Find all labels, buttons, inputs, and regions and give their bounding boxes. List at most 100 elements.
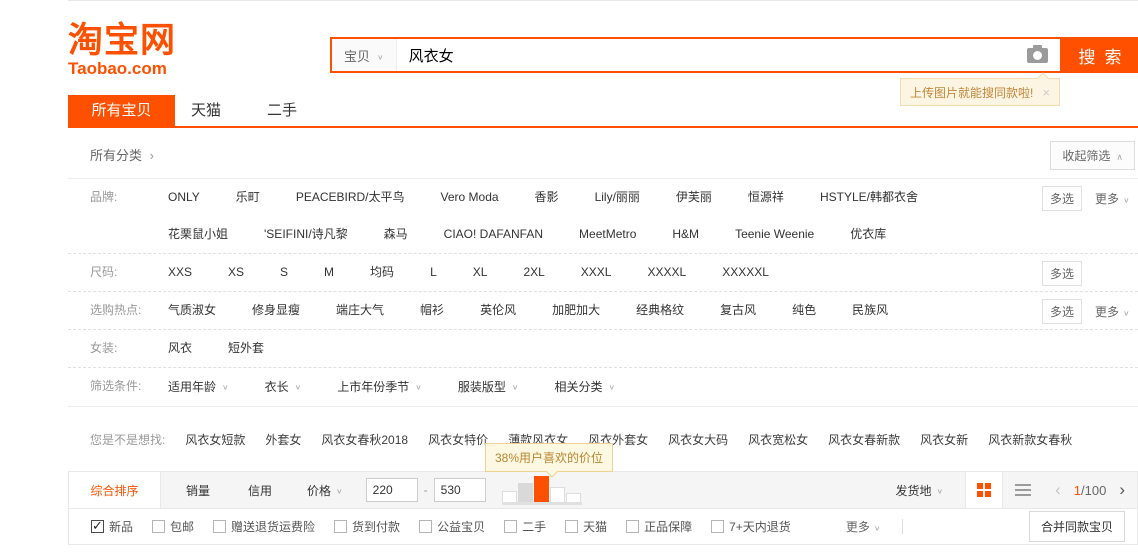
histogram-bar[interactable]: [518, 483, 533, 502]
brand-option[interactable]: MeetMetro: [579, 216, 636, 253]
filter-label-size: 尺码:: [68, 254, 168, 291]
brand-option[interactable]: 乐町: [236, 179, 260, 216]
sort-price-dropdown[interactable]: 价格: [307, 482, 343, 499]
merge-same-items-button[interactable]: 合并同款宝贝: [1029, 511, 1125, 542]
filter-row-size: 尺码: XXS XS SM 均码 L XL 2XL XXXL XXXXL XXXXXL 多选: [68, 254, 1138, 292]
brand-option[interactable]: Vero Moda: [441, 179, 499, 216]
brand-options: ONLY 乐町 PEACEBIRD/太平鸟 Vero Moda 香影 Lily/丽丽伊芙丽…: [168, 179, 918, 253]
price-histogram[interactable]: [502, 476, 582, 505]
filter-checkbox[interactable]: 包邮: [152, 518, 194, 535]
search-category-dropdown[interactable]: 宝贝: [332, 39, 397, 71]
taobao-logo[interactable]: 淘宝网 Taobao.com: [68, 23, 176, 78]
search-input[interactable]: [397, 47, 1027, 64]
hotspot-option[interactable]: 民族风: [852, 292, 888, 329]
tab-tmall[interactable]: 天猫: [191, 95, 221, 126]
size-option[interactable]: XXXL: [581, 254, 612, 291]
ship-from-label: 发货地: [896, 482, 932, 499]
size-option[interactable]: XXXXL: [647, 254, 686, 291]
size-option[interactable]: XXS: [168, 254, 192, 291]
search-button[interactable]: 搜索: [1062, 37, 1138, 73]
more-filters-link[interactable]: 更多: [846, 518, 881, 535]
more-link[interactable]: 更多: [1095, 303, 1130, 320]
hotspot-option[interactable]: 修身显瘦: [252, 292, 300, 329]
hotspot-option[interactable]: 纯色: [792, 292, 816, 329]
more-link[interactable]: 更多: [1095, 190, 1130, 207]
chevron-down-icon: [295, 368, 302, 406]
brand-option[interactable]: ONLY: [168, 179, 200, 216]
collapse-filter-button[interactable]: 收起筛选: [1050, 141, 1135, 170]
condition-dropdown[interactable]: 适用年龄: [168, 368, 229, 406]
filter-checkbox[interactable]: 货到付款: [334, 518, 400, 535]
condition-dropdown[interactable]: 服装版型: [458, 368, 519, 406]
womens-option[interactable]: 短外套: [228, 330, 264, 367]
checkbox-label: 包邮: [170, 518, 194, 535]
camera-icon[interactable]: [1027, 48, 1048, 63]
brand-option[interactable]: 森马: [384, 216, 408, 253]
hotspot-option[interactable]: 英伦风: [480, 292, 516, 329]
size-option[interactable]: M: [324, 254, 334, 291]
brand-option[interactable]: 香影: [535, 179, 559, 216]
hotspot-option[interactable]: 帽衫: [420, 292, 444, 329]
sort-composite-tab[interactable]: 综合排序: [69, 472, 161, 508]
sort-credit[interactable]: 信用: [248, 482, 272, 499]
size-option[interactable]: XS: [228, 254, 244, 291]
histogram-bar[interactable]: [550, 487, 565, 502]
brand-option[interactable]: Lily/丽丽: [595, 179, 640, 216]
tab-secondhand[interactable]: 二手: [267, 95, 297, 126]
brand-option[interactable]: CIAO! DAFANFAN: [444, 216, 543, 253]
condition-dropdown[interactable]: 相关分类: [554, 368, 615, 406]
hotspot-option[interactable]: 端庄大气: [336, 292, 384, 329]
hotspot-option[interactable]: 加肥加大: [552, 292, 600, 329]
filter-label-hotspot: 选购热点:: [68, 292, 168, 329]
brand-option[interactable]: Teenie Weenie: [735, 216, 814, 253]
filter-checkbox[interactable]: 公益宝贝: [419, 518, 485, 535]
brand-option[interactable]: 恒源祥: [748, 179, 784, 216]
brand-option[interactable]: HSTYLE/韩都衣舍: [820, 179, 918, 216]
filter-checkbox[interactable]: 天猫: [565, 518, 607, 535]
search-category-label: 宝贝: [344, 46, 370, 65]
prev-page-icon[interactable]: ‹: [1055, 480, 1061, 500]
size-option[interactable]: 均码: [370, 254, 394, 291]
size-option[interactable]: S: [280, 254, 288, 291]
condition-label: 适用年龄: [168, 369, 216, 406]
filter-checkbox[interactable]: 二手: [504, 518, 546, 535]
filter-checkbox[interactable]: 正品保障: [626, 518, 692, 535]
brand-option[interactable]: 'SEIFINI/诗凡黎: [264, 216, 348, 253]
ship-from-dropdown[interactable]: 发货地: [896, 482, 944, 499]
hotspot-option[interactable]: 经典格纹: [636, 292, 684, 329]
next-page-icon[interactable]: ›: [1119, 480, 1125, 500]
brand-option[interactable]: 伊芙丽: [676, 179, 712, 216]
filter-checkbox[interactable]: 7+天内退货: [711, 518, 791, 535]
all-categories-link[interactable]: 所有分类 ›: [90, 145, 154, 164]
size-option[interactable]: 2XL: [523, 254, 544, 291]
filter-checkbox[interactable]: 赠送退货运费险: [213, 518, 315, 535]
multi-select-button[interactable]: 多选: [1042, 261, 1082, 286]
filter-checkbox[interactable]: 新品: [91, 518, 133, 535]
size-option[interactable]: XL: [473, 254, 488, 291]
chevron-down-icon: [377, 48, 384, 63]
womens-option[interactable]: 风衣: [168, 330, 192, 367]
page-content: 淘宝网 Taobao.com 宝贝 搜索 上传图片就能搜同款啦! × 所有宝贝 …: [68, 0, 1138, 545]
brand-option[interactable]: H&M: [672, 216, 699, 253]
tab-all-items[interactable]: 所有宝贝: [68, 95, 175, 126]
multi-select-button[interactable]: 多选: [1042, 186, 1082, 211]
multi-select-button[interactable]: 多选: [1042, 299, 1082, 324]
price-min-input[interactable]: [366, 478, 418, 502]
size-option[interactable]: L: [430, 254, 437, 291]
hotspot-option[interactable]: 复古风: [720, 292, 756, 329]
price-max-input[interactable]: [434, 478, 486, 502]
sort-sales[interactable]: 销量: [186, 482, 210, 499]
histogram-bar-selected[interactable]: [534, 476, 549, 502]
histogram-bar[interactable]: [502, 491, 517, 502]
list-view-button[interactable]: [1003, 472, 1043, 508]
condition-dropdown[interactable]: 衣长: [265, 368, 302, 406]
close-icon[interactable]: ×: [1042, 85, 1050, 100]
brand-option[interactable]: 花栗鼠小姐: [168, 216, 228, 253]
hotspot-option[interactable]: 气质淑女: [168, 292, 216, 329]
grid-view-button[interactable]: [965, 472, 1003, 508]
brand-option[interactable]: PEACEBIRD/太平鸟: [296, 179, 405, 216]
histogram-bar[interactable]: [566, 493, 581, 502]
size-option[interactable]: XXXXXL: [722, 254, 769, 291]
condition-dropdown[interactable]: 上市年份季节: [337, 368, 422, 406]
brand-option[interactable]: 优衣库: [850, 216, 886, 253]
